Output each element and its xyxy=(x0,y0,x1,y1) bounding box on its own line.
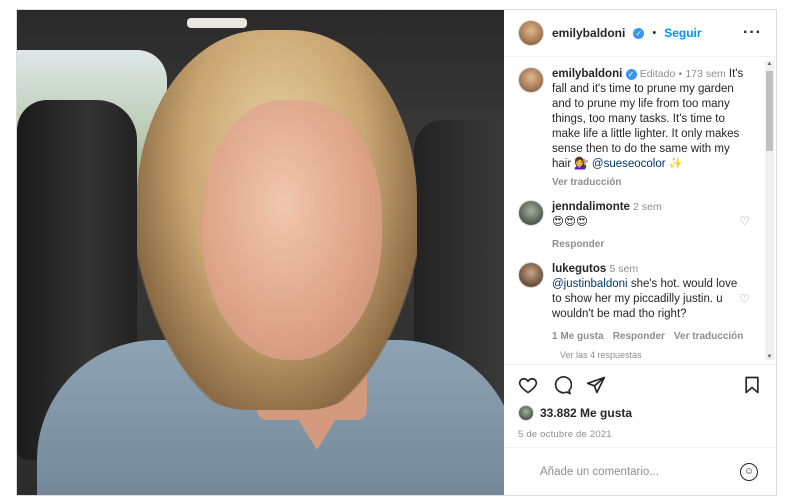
action-icons xyxy=(518,373,762,397)
reply-button[interactable]: Responder xyxy=(552,237,604,252)
comment-like-heart-icon[interactable]: ♡ xyxy=(739,292,750,306)
post-date[interactable]: 5 de octubre de 2021 xyxy=(518,429,762,440)
caption: emilybaldoni ✓ Editado • 173 sem It's fa… xyxy=(518,67,758,190)
comments-scrollbar[interactable]: ▲ ▼ xyxy=(765,61,774,360)
comment-translate-link[interactable]: Ver traducción xyxy=(674,329,743,344)
header-separator: • xyxy=(652,27,657,39)
bookmark-icon[interactable] xyxy=(742,375,762,395)
caption-avatar[interactable] xyxy=(518,67,544,93)
caption-translate-link[interactable]: Ver traducción xyxy=(552,175,747,190)
scroll-up-icon[interactable]: ▲ xyxy=(765,61,774,67)
scrollbar-thumb[interactable] xyxy=(766,71,773,151)
sparkles-emoji: ✨ xyxy=(668,158,684,170)
caption-mention[interactable]: @sueseocolor xyxy=(592,158,666,170)
verified-badge-icon: ✓ xyxy=(633,27,645,39)
commenter-avatar[interactable] xyxy=(518,200,544,226)
add-comment-input[interactable]: Añade un comentario... xyxy=(540,466,659,478)
likes-count[interactable]: 33.882 Me gusta xyxy=(540,406,632,420)
comment-icon[interactable] xyxy=(552,375,572,395)
add-comment-bar: Añade un comentario... ☺ xyxy=(504,447,776,495)
car-ceiling-light xyxy=(187,18,247,28)
verified-badge-icon: ✓ xyxy=(625,69,637,80)
comment-item: lukegutos 5 sem @justinbaldoni she's hot… xyxy=(518,262,758,344)
comment-age[interactable]: 5 sem xyxy=(610,263,639,275)
view-replies-link[interactable]: Ver las 4 respuestas xyxy=(560,350,758,360)
post-actions-section: 33.882 Me gusta 5 de octubre de 2021 xyxy=(504,364,776,456)
caption-separator: • xyxy=(678,68,683,80)
author-username[interactable]: emilybaldoni xyxy=(552,26,625,40)
comment-age[interactable]: 2 sem xyxy=(633,201,662,213)
more-horizontal-icon[interactable]: ··· xyxy=(743,24,762,42)
heart-icon[interactable] xyxy=(518,375,538,395)
comment-text: 😍😍😍 xyxy=(552,216,588,228)
commenter-username[interactable]: jenndalimonte xyxy=(552,201,630,213)
caption-username[interactable]: emilybaldoni xyxy=(552,68,622,80)
reply-button[interactable]: Responder xyxy=(613,329,665,344)
comment-likes-count[interactable]: 1 Me gusta xyxy=(552,329,604,344)
comment-item: jenndalimonte 2 sem 😍😍😍 Responder ♡ xyxy=(518,200,758,252)
face xyxy=(202,100,382,360)
comments-section[interactable]: emilybaldoni ✓ Editado • 173 sem It's fa… xyxy=(504,57,776,364)
caption-age[interactable]: 173 sem xyxy=(685,68,725,80)
comment-mention[interactable]: @justinbaldoni xyxy=(552,278,628,290)
caption-text: It's fall and it's time to prune my gard… xyxy=(552,68,744,170)
follow-button[interactable]: Seguir xyxy=(664,26,701,40)
instagram-post: emilybaldoni ✓ • Seguir ··· emilybaldoni… xyxy=(16,9,777,496)
commenter-avatar[interactable] xyxy=(518,262,544,288)
likes-row[interactable]: 33.882 Me gusta xyxy=(518,405,762,421)
author-avatar[interactable] xyxy=(518,20,544,46)
scroll-down-icon[interactable]: ▼ xyxy=(765,354,774,360)
post-sidebar: emilybaldoni ✓ • Seguir ··· emilybaldoni… xyxy=(504,10,776,495)
comment-like-heart-icon[interactable]: ♡ xyxy=(739,214,750,228)
emoji-smiley-icon[interactable]: ☺ xyxy=(740,462,758,481)
liker-avatar xyxy=(518,405,534,421)
commenter-username[interactable]: lukegutos xyxy=(552,263,606,275)
post-header: emilybaldoni ✓ • Seguir ··· xyxy=(504,10,776,57)
caption-edited: Editado xyxy=(639,68,676,80)
post-photo[interactable] xyxy=(17,10,504,495)
share-icon[interactable] xyxy=(586,375,606,395)
